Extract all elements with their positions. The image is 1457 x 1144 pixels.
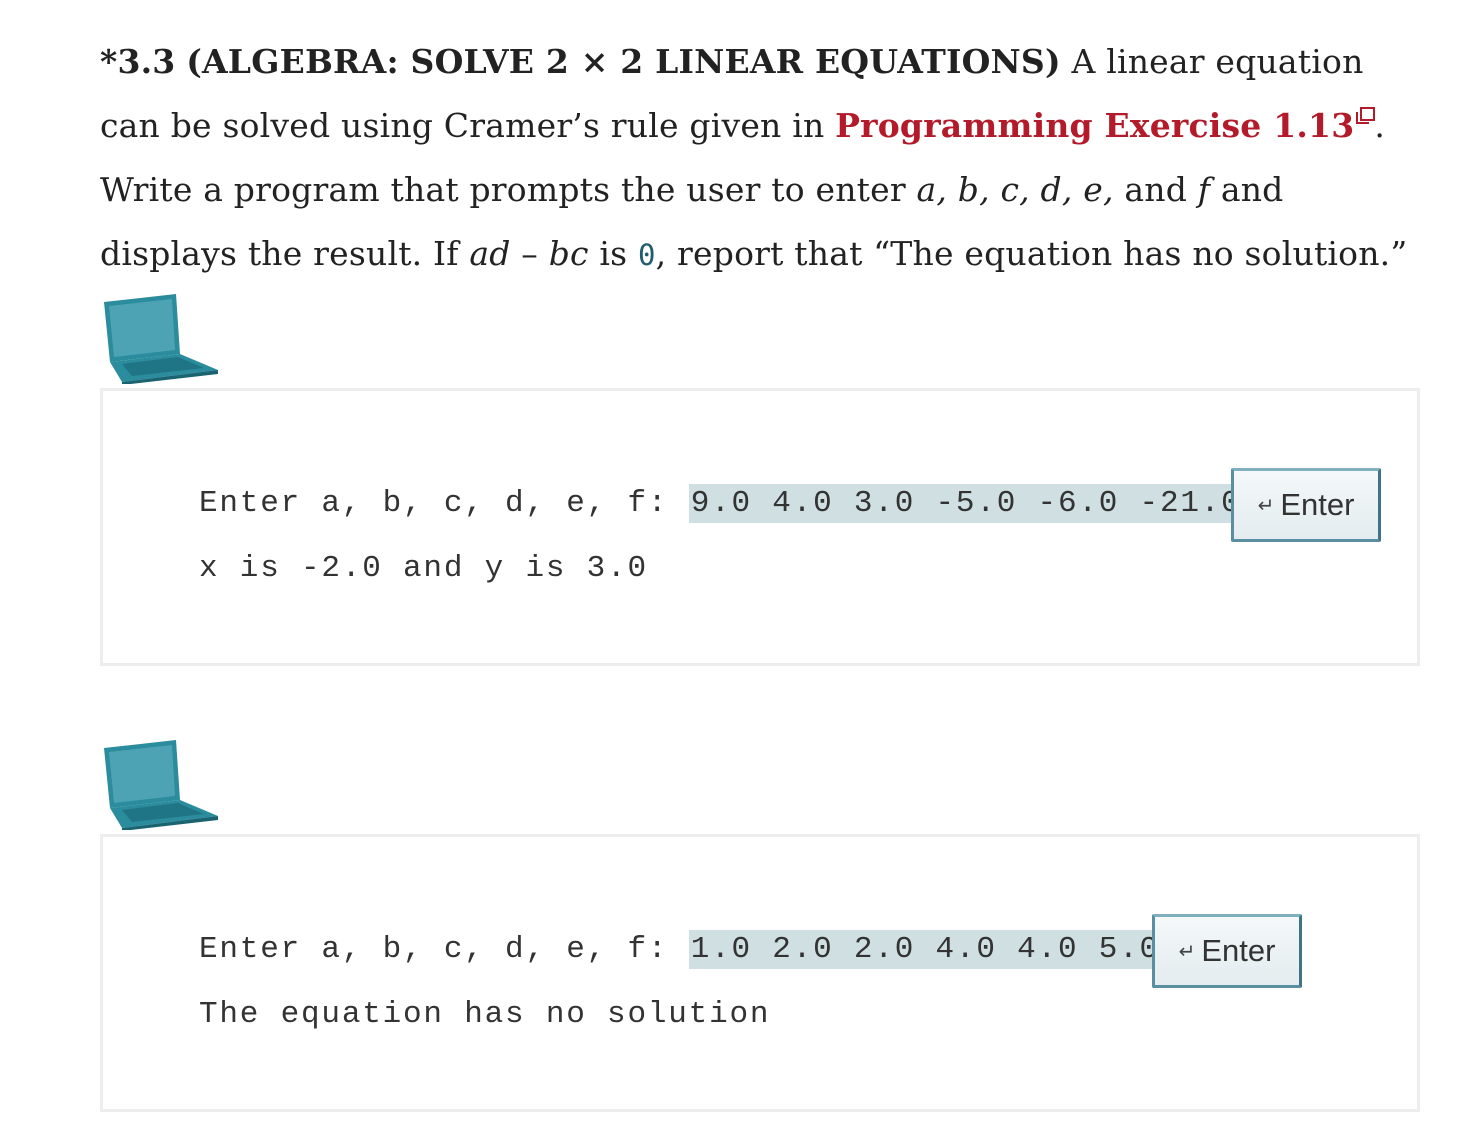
expr-ad: ad [469,234,511,273]
console-sample-run-1: Enter a, b, c, d, e, f: 9.0 4.0 3.0 -5.0… [100,388,1420,666]
enter-key-icon: ↵ [1257,494,1275,517]
prompt-text: Enter a, b, c, d, e, f: [199,486,689,521]
console-prompt-line: Enter a, b, c, d, e, f: 9.0 4.0 3.0 -5.0… [199,484,1244,523]
console-sample-run-2: Enter a, b, c, d, e, f: 1.0 2.0 2.0 4.0 … [100,834,1420,1112]
user-input: 1.0 2.0 2.0 4.0 4.0 5.0 [688,930,1162,969]
exercise-number: *3.3 [100,42,176,81]
console-prompt-line: Enter a, b, c, d, e, f: 1.0 2.0 2.0 4.0 … [199,930,1162,969]
variables-list: a, b, c, d, e, [916,170,1114,209]
user-input: 9.0 4.0 3.0 -5.0 -6.0 -21.0 [688,484,1244,523]
link-label[interactable]: Programming Exercise 1.13 [835,106,1354,145]
enter-key-button[interactable]: ↵ Enter [1152,914,1302,988]
exercise-title: (ALGEBRA: SOLVE 2 × 2 LINEAR EQUATIONS) [186,42,1061,81]
external-link-icon[interactable] [1356,107,1376,125]
zero-code: 0 [638,238,656,272]
enter-key-label: Enter [1201,933,1276,968]
minus-sign: – [510,234,549,273]
expr-bc: bc [548,234,589,273]
variable-f: f [1197,170,1211,209]
exercise-text: *3.3 (ALGEBRA: SOLVE 2 × 2 LINEAR EQUATI… [100,30,1420,287]
text-is: is [588,234,638,273]
prompt-text: Enter a, b, c, d, e, f: [199,932,689,967]
programming-exercise-link[interactable]: Programming Exercise 1.13 [835,106,1376,145]
enter-key-label: Enter [1280,487,1355,522]
text-and: and [1113,170,1198,209]
console-output-line: The equation has no solution [199,997,771,1032]
exercise-text-part: , report that “The equation has no solut… [655,234,1408,273]
console-output-line: x is -2.0 and y is 3.0 [199,551,648,586]
laptop-icon [104,294,218,384]
enter-key-icon: ↵ [1178,940,1196,963]
enter-key-button[interactable]: ↵ Enter [1231,468,1381,542]
laptop-icon [104,740,218,830]
